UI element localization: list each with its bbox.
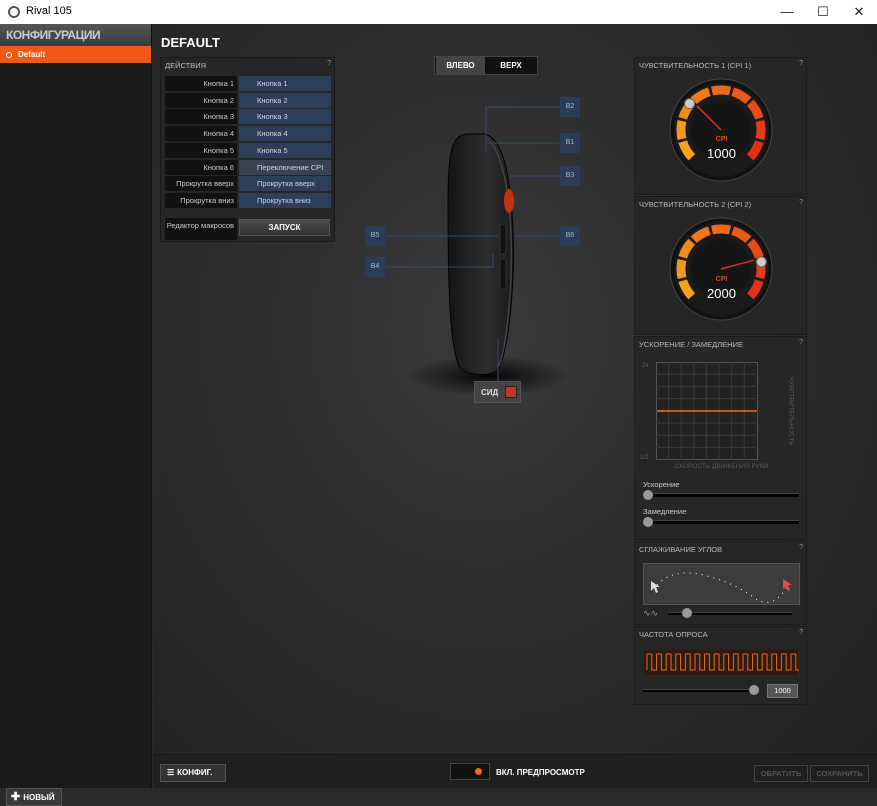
- cpi2-panel: ЧУВСТВИТЕЛЬНОСТЬ 2 (CPI 2) ? CPI 2000: [634, 196, 807, 335]
- maximize-button[interactable]: ☐: [805, 0, 841, 24]
- cpi2-header: ЧУВСТВИТЕЛЬНОСТЬ 2 (CPI 2): [639, 200, 752, 209]
- config-item-label: Default: [18, 50, 46, 59]
- led-control[interactable]: СИД: [474, 381, 521, 403]
- cpi1-unit: CPI: [715, 136, 728, 143]
- window-titlebar: Rival 105 — ☐ ✕: [0, 0, 877, 24]
- revert-button[interactable]: ОБРАТИТЬ: [754, 765, 808, 782]
- bottom-bar: ☰ КОНФИГ. ВКЛ. ПРЕДПРОСМОТР ОБРАТИТЬ СОХР…: [153, 754, 877, 788]
- accel-slider-thumb[interactable]: [643, 490, 653, 500]
- angle-panel: СГЛАЖИВАНИЕ УГЛОВ ? ∿∿: [634, 541, 807, 625]
- b3-button[interactable]: B3: [560, 166, 580, 186]
- cpi2-value: 2000: [707, 286, 736, 301]
- cpi1-header: ЧУВСТВИТЕЛЬНОСТЬ 1 (CPI 1): [639, 61, 752, 70]
- help-icon[interactable]: ?: [799, 199, 803, 206]
- new-config-button[interactable]: ✚ НОВЫЙ: [6, 788, 62, 806]
- accel-y-bottom: 1/2: [640, 455, 649, 461]
- polling-slider-track[interactable]: [643, 689, 759, 692]
- config-item-default[interactable]: Default: [0, 46, 151, 63]
- angle-slider-thumb[interactable]: [681, 608, 692, 618]
- preview-label: ВКЛ. ПРЕДПРОСМОТР: [496, 768, 585, 777]
- polling-value[interactable]: 1000: [767, 684, 798, 698]
- accel-header: УСКОРЕНИЕ / ЗАМЕДЛЕНИЕ: [639, 340, 743, 349]
- minimize-button[interactable]: —: [769, 0, 805, 24]
- angle-header: СГЛАЖИВАНИЕ УГЛОВ: [639, 545, 723, 554]
- polling-header: ЧАСТОТА ОПРОСА: [639, 630, 708, 639]
- led-color-swatch[interactable]: [505, 386, 517, 398]
- led-label: СИД: [481, 388, 499, 397]
- cpi1-panel: ЧУВСТВИТЕЛЬНОСТЬ 1 (CPI 1) ? CPI 1000: [634, 57, 807, 195]
- accel-slider-track[interactable]: [643, 493, 799, 497]
- polling-panel: ЧАСТОТА ОПРОСА ? 1000: [634, 626, 807, 705]
- app-icon: [8, 6, 20, 18]
- b6-button[interactable]: B6: [560, 226, 580, 246]
- new-config-label: НОВЫЙ: [23, 793, 55, 802]
- config-sidebar: КОНФИГУРАЦИИ Default ✚ НОВЫЙ: [0, 24, 152, 806]
- window-title: Rival 105: [26, 5, 72, 17]
- accel-panel: УСКОРЕНИЕ / ЗАМЕДЛЕНИЕ ? 2x 1/2 ЧУВСТВИТ…: [634, 336, 807, 540]
- accel-y-top: 2x: [642, 363, 649, 369]
- accel-ylabel: ЧУВСТВИТЕЛЬНОСТЬ: [787, 376, 795, 446]
- accel-graph: [656, 362, 758, 460]
- cpi1-gauge[interactable]: [669, 78, 773, 182]
- save-button[interactable]: СОХРАНИТЬ: [810, 765, 869, 782]
- polling-slider-thumb[interactable]: [748, 685, 759, 695]
- b1-button[interactable]: B1: [560, 133, 580, 153]
- plus-icon: ✚: [11, 791, 21, 803]
- cpi2-unit: CPI: [715, 276, 728, 283]
- help-icon[interactable]: ?: [799, 629, 803, 636]
- preview-toggle[interactable]: [450, 763, 490, 780]
- preview-indicator: [475, 768, 482, 775]
- accel-label: Ускорение: [643, 480, 680, 489]
- cpi1-value: 1000: [707, 146, 736, 161]
- close-button[interactable]: ✕: [841, 0, 877, 24]
- help-icon[interactable]: ?: [799, 60, 803, 67]
- accel-ylabel-wrap: ЧУВСТВИТЕЛЬНОСТЬ: [785, 367, 797, 455]
- decel-slider-track[interactable]: [643, 520, 799, 524]
- help-icon[interactable]: ?: [799, 544, 803, 551]
- help-icon[interactable]: ?: [799, 339, 803, 346]
- b4-button[interactable]: B4: [365, 257, 385, 277]
- polling-waveform: [643, 649, 799, 676]
- sidebar-header: КОНФИГУРАЦИИ: [0, 24, 151, 46]
- angle-preview: [643, 563, 800, 605]
- b5-button[interactable]: B5: [365, 226, 385, 246]
- config-button[interactable]: ☰ КОНФИГ.: [160, 764, 226, 782]
- main-area: DEFAULT ДЕЙСТВИЯ ? Кнопка 1 Кнопка 1 Кнопк…: [153, 24, 877, 788]
- b2-button[interactable]: B2: [560, 97, 580, 117]
- accel-xlabel: СКОРОСТЬ ДВИЖЕНИЯ РУКИ: [674, 463, 769, 470]
- wave-icon: ∿∿: [643, 608, 659, 618]
- list-icon: ☰: [167, 768, 175, 777]
- cpi2-gauge[interactable]: [669, 217, 773, 321]
- decel-label: Замедление: [643, 507, 687, 516]
- radio-icon: [6, 51, 12, 58]
- config-button-label: КОНФИГ.: [177, 768, 213, 777]
- decel-slider-thumb[interactable]: [643, 517, 653, 527]
